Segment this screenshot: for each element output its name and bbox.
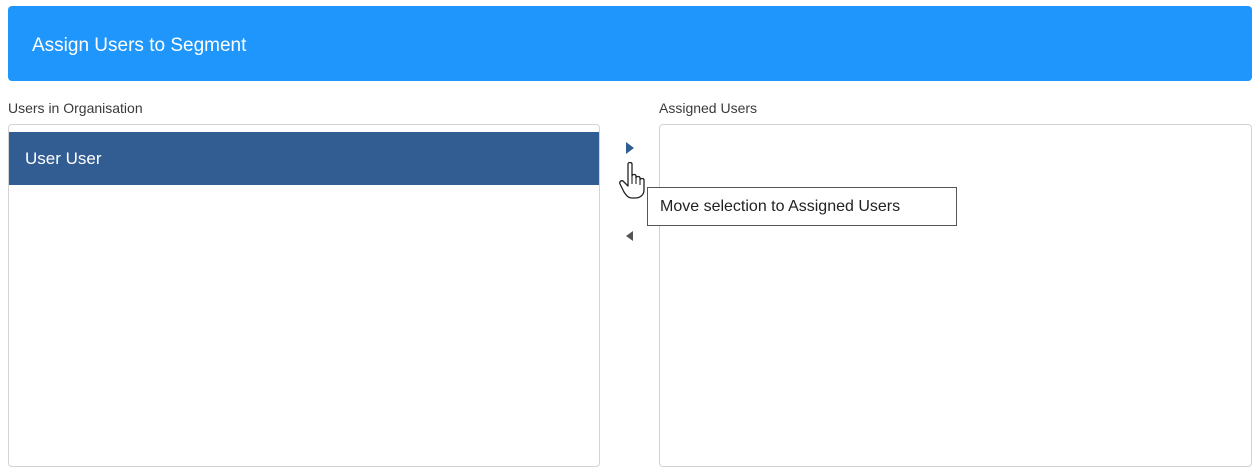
list-item-label: User User: [25, 149, 102, 168]
triangle-right-icon: [626, 142, 634, 154]
assigned-users-list[interactable]: [659, 124, 1252, 467]
move-to-organisation-button[interactable]: [622, 228, 638, 244]
dialog-title: Assign Users to Segment: [32, 35, 247, 56]
assigned-users-label: Assigned Users: [659, 100, 758, 116]
users-in-organisation-list[interactable]: User User: [8, 124, 600, 467]
triangle-left-icon: [626, 231, 633, 241]
dialog-header: Assign Users to Segment: [8, 6, 1252, 81]
tooltip-text: Move selection to Assigned Users: [660, 198, 901, 215]
users-in-organisation-label: Users in Organisation: [8, 100, 143, 116]
tooltip: Move selection to Assigned Users: [647, 187, 957, 226]
move-to-assigned-button[interactable]: [622, 140, 638, 156]
list-item[interactable]: User User: [9, 132, 599, 185]
